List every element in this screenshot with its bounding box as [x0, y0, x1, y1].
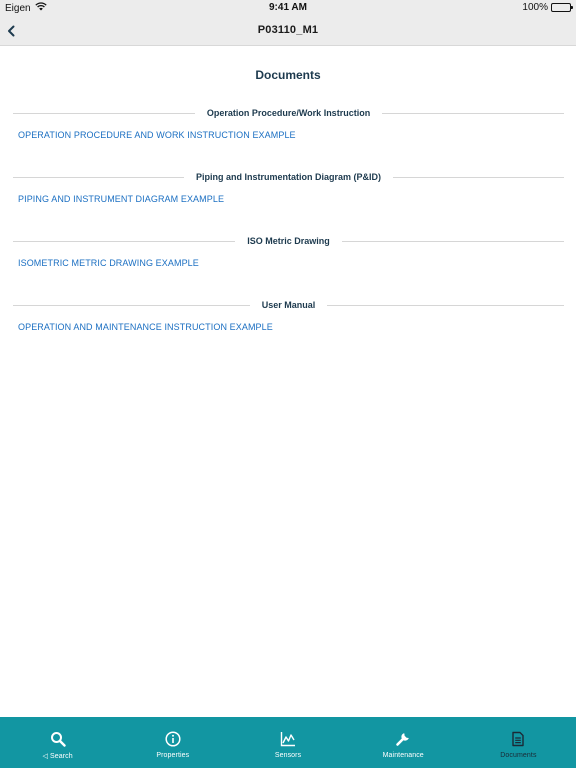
tab-label: ◁ Search: [42, 752, 72, 760]
section-header: User Manual: [13, 298, 564, 312]
documents-content: Documents Operation Procedure/Work Instr…: [0, 47, 576, 332]
info-icon: [164, 730, 182, 748]
divider: [327, 304, 564, 306]
document-link[interactable]: OPERATION PROCEDURE AND WORK INSTRUCTION…: [18, 130, 576, 140]
triangle-left-icon: ◁: [42, 753, 48, 760]
tab-properties[interactable]: Properties: [115, 717, 230, 768]
divider: [341, 240, 564, 242]
divider: [13, 240, 236, 242]
document-section: ISO Metric Drawing ISOMETRIC METRIC DRAW…: [0, 234, 576, 268]
section-header: ISO Metric Drawing: [13, 234, 564, 248]
document-section: User Manual OPERATION AND MAINTENANCE IN…: [0, 298, 576, 332]
chart-icon: [279, 730, 297, 748]
divider: [382, 112, 565, 114]
divider: [13, 112, 195, 114]
document-section: Operation Procedure/Work Instruction OPE…: [0, 106, 576, 140]
tab-label: Documents: [500, 752, 537, 759]
document-icon: [509, 730, 527, 748]
tab-documents[interactable]: Documents: [461, 717, 576, 768]
tab-bar: ◁ Search Properties Sensors Maintenance …: [0, 717, 576, 768]
page-title: Documents: [255, 68, 321, 82]
tab-sensors[interactable]: Sensors: [230, 717, 345, 768]
nav-bar: P03110_M1: [0, 16, 576, 46]
section-header: Piping and Instrumentation Diagram (P&ID…: [13, 170, 565, 184]
tab-label-text: Search: [49, 753, 73, 760]
battery-icon: [551, 3, 573, 12]
tab-label: Maintenance: [382, 752, 424, 759]
section-header: Operation Procedure/Work Instruction: [13, 106, 565, 120]
tab-label: Sensors: [274, 752, 302, 759]
tab-label: Properties: [156, 752, 190, 759]
document-section: Piping and Instrumentation Diagram (P&ID…: [0, 170, 576, 204]
document-link[interactable]: PIPING AND INSTRUMENT DIAGRAM EXAMPLE: [18, 194, 576, 204]
battery-percent: 100%: [522, 2, 548, 13]
divider: [393, 176, 565, 178]
status-battery-group: 100%: [522, 2, 573, 13]
document-link[interactable]: ISOMETRIC METRIC DRAWING EXAMPLE: [18, 258, 576, 268]
tab-maintenance[interactable]: Maintenance: [346, 717, 461, 768]
divider: [13, 176, 184, 178]
section-title: ISO Metric Drawing: [247, 236, 330, 246]
search-icon: [49, 730, 67, 748]
section-title: Piping and Instrumentation Diagram (P&ID…: [196, 172, 382, 182]
status-time: 9:41 AM: [269, 2, 307, 13]
status-bar: Eigen 9:41 AM 100%: [0, 0, 576, 16]
tab-search[interactable]: ◁ Search: [0, 717, 115, 768]
divider: [13, 304, 250, 306]
section-title: Operation Procedure/Work Instruction: [206, 108, 371, 118]
section-title: User Manual: [261, 300, 316, 310]
nav-title: P03110_M1: [257, 24, 319, 36]
wrench-icon: [394, 730, 412, 748]
document-link[interactable]: OPERATION AND MAINTENANCE INSTRUCTION EX…: [18, 322, 576, 332]
